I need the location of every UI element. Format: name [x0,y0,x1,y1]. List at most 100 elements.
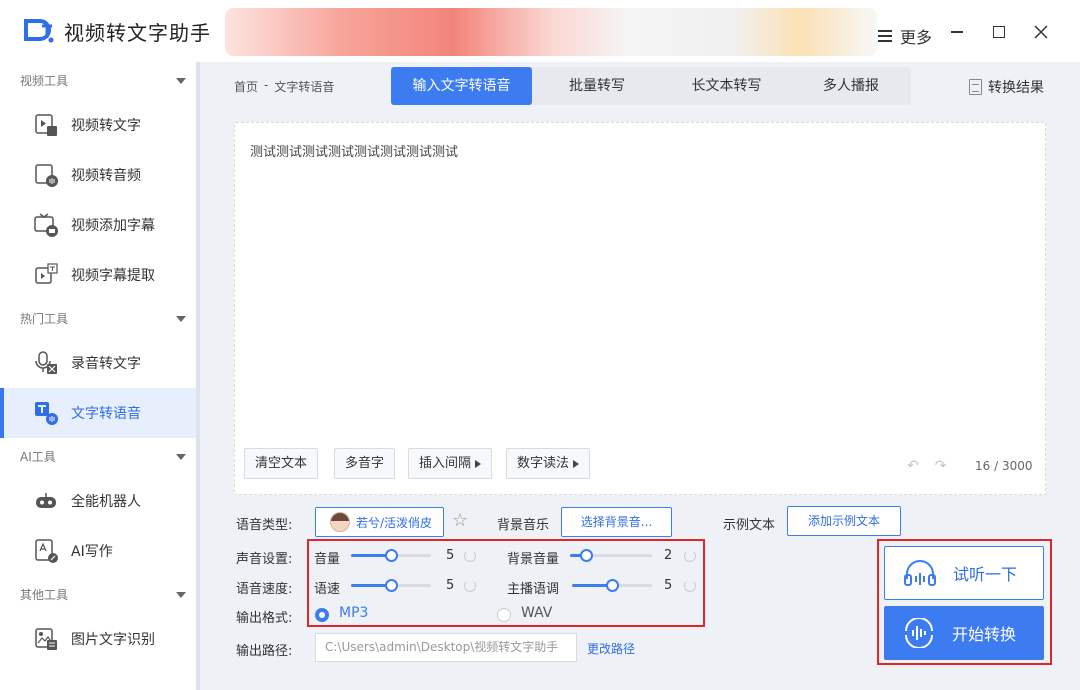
sidebar-item-video-to-text[interactable]: 视频转文字 [0,100,196,150]
bg-volume-label: 背景音量 [507,552,560,567]
voice-select-button[interactable]: 若兮/活泼俏皮 [315,507,444,537]
breadcrumb-home[interactable]: 首页 [234,78,258,95]
video-text-icon [35,114,57,136]
sidebar-item-label: 视频添加字幕 [71,218,155,234]
sidebar: 视频工具 视频转文字 视频转音频 视频添加字幕 视频字幕提取 热门工具 录音转文… [0,62,200,690]
sidebar-item-extract-subtitles[interactable]: 视频字幕提取 [0,250,196,300]
breadcrumb-current: 文字转语音 [274,80,335,94]
tv-subtitle-icon [34,213,58,237]
microphone-icon [35,351,57,374]
format-radio-mp3[interactable] [315,608,329,622]
format-radio-wav[interactable] [497,608,511,622]
slider-knob[interactable] [385,549,398,562]
sidebar-section-title: 热门工具 [20,312,69,326]
number-reading-button[interactable]: 数字读法 [506,448,591,479]
format-wav-label[interactable]: WAV [521,605,552,621]
preview-listen-label: 试听一下 [953,565,1018,584]
sample-text-label: 示例文本 [723,518,776,533]
reset-icon[interactable] [464,550,476,562]
more-menu-button[interactable]: 更多 [878,24,932,48]
slider-knob[interactable] [385,579,398,592]
output-format-label: 输出格式: [236,611,293,626]
sidebar-section-title: 其他工具 [20,588,69,602]
sidebar-item-label: 录音转文字 [71,356,141,372]
maximize-button[interactable] [985,18,1013,46]
redo-icon[interactable]: ↷ [935,458,947,474]
title-bar: 视频转文字助手 更多 [0,0,1080,62]
minimize-button[interactable] [943,18,971,46]
sidebar-item-video-to-audio[interactable]: 视频转音频 [0,150,196,200]
tab-batch[interactable]: 批量转写 [532,67,662,105]
pitch-slider[interactable] [572,579,652,592]
sidebar-item-ai-writing[interactable]: AI写作 [0,526,196,576]
change-path-link[interactable]: 更改路径 [587,640,635,657]
close-button[interactable] [1027,18,1055,46]
output-path-label: 输出路径: [236,644,293,659]
close-icon [1034,25,1048,39]
main-panel: 首页 - 文字转语音 输入文字转语音 批量转写 长文本转写 多人播报 转换结果 … [204,62,1080,690]
sidebar-item-add-subtitles[interactable]: 视频添加字幕 [0,200,196,250]
insert-pause-button[interactable]: 插入间隔 [408,448,493,479]
breadcrumb-separator: - [264,78,269,92]
sidebar-section-video-tools[interactable]: 视频工具 [0,62,196,100]
more-menu-label: 更多 [900,28,933,47]
sound-wave-icon [905,618,933,648]
sidebar-section-title: 视频工具 [20,74,69,88]
sidebar-item-label: 文字转语音 [71,406,141,422]
play-triangle-icon [475,459,482,468]
sidebar-item-label: 视频转文字 [71,118,141,134]
start-convert-label: 开始转换 [952,625,1017,644]
format-mp3-label[interactable]: MP3 [339,605,368,621]
slider-knob[interactable] [580,549,593,562]
menu-icon [878,30,892,42]
slider-knob[interactable] [606,579,619,592]
bg-volume-slider[interactable] [570,549,652,562]
sound-settings-label: 声音设置: [236,552,293,567]
bgm-label: 背景音乐 [497,518,550,533]
select-bgm-button[interactable]: 选择背景音... [561,507,672,537]
tab-long-text[interactable]: 长文本转写 [662,67,791,105]
app-title: 视频转文字助手 [64,21,211,45]
sidebar-item-text-to-speech[interactable]: 文字转语音 [0,388,196,438]
ai-writing-icon [35,539,58,563]
output-path-input[interactable]: C:\Users\admin\Desktop\视频转文字助手 [315,633,577,662]
pitch-label: 主播语调 [507,582,560,597]
preview-listen-button[interactable]: 试听一下 [884,546,1044,600]
reset-icon[interactable] [684,550,696,562]
sidebar-item-image-ocr[interactable]: 图片文字识别 [0,614,196,664]
reset-icon[interactable] [684,580,696,592]
conversion-result-link[interactable]: 转换结果 [969,77,1044,97]
video-audio-icon [35,164,58,187]
minimize-icon [951,31,963,33]
text-editor[interactable]: 测试测试测试测试测试测试测试测试 清空文本 多音字 插入间隔 数字读法 ↶ ↷ … [234,122,1046,495]
sidebar-item-label: 视频字幕提取 [71,268,155,284]
undo-redo: ↶ ↷ [907,458,946,474]
add-sample-text-button[interactable]: 添加示例文本 [787,506,901,536]
tab-multi-speaker[interactable]: 多人播报 [791,67,911,105]
sidebar-item-label: 图片文字识别 [71,632,155,648]
reset-icon[interactable] [464,580,476,592]
clear-text-button[interactable]: 清空文本 [244,448,319,479]
undo-icon[interactable]: ↶ [907,458,919,474]
speed-value: 5 [446,578,455,593]
sidebar-section-hot-tools[interactable]: 热门工具 [0,300,196,338]
caret-down-icon [176,78,186,84]
tab-text-to-speech[interactable]: 输入文字转语音 [391,67,532,105]
editor-text[interactable]: 测试测试测试测试测试测试测试测试 [250,141,458,160]
sidebar-section-ai-tools[interactable]: AI工具 [0,438,196,476]
sidebar-item-label: 全能机器人 [71,494,141,510]
pitch-value: 5 [664,578,673,593]
blurred-banner [225,8,877,56]
robot-icon [36,493,56,508]
mode-tabs: 输入文字转语音 批量转写 长文本转写 多人播报 [391,67,911,105]
polyphone-button[interactable]: 多音字 [334,448,396,479]
volume-slider[interactable] [351,549,431,562]
favorite-star-icon[interactable]: ☆ [452,510,468,531]
speed-slider[interactable] [351,579,431,592]
number-reading-label: 数字读法 [517,456,570,471]
sidebar-item-robot[interactable]: 全能机器人 [0,476,196,526]
start-convert-button[interactable]: 开始转换 [884,606,1044,660]
conversion-result-label: 转换结果 [988,80,1044,96]
sidebar-item-recording-to-text[interactable]: 录音转文字 [0,338,196,388]
sidebar-section-other-tools[interactable]: 其他工具 [0,576,196,614]
